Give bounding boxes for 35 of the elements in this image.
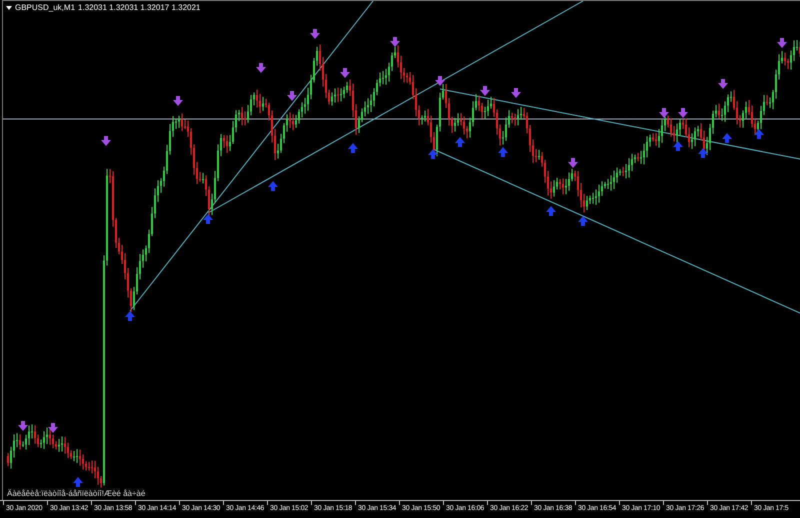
down-arrow-icon xyxy=(256,63,266,73)
down-arrow-icon xyxy=(48,423,58,433)
up-arrow-icon xyxy=(698,148,708,158)
up-arrow-icon xyxy=(498,147,508,157)
ohlc-prices: 1.32031 1.32031 1.32017 1.32021 xyxy=(78,3,200,12)
down-arrow-icon xyxy=(287,91,297,101)
up-arrow-icon xyxy=(455,137,465,147)
down-arrow-icon xyxy=(777,38,787,48)
down-arrow-icon xyxy=(310,29,320,39)
up-arrow-icon xyxy=(722,133,732,143)
up-arrow-icon xyxy=(203,214,213,224)
up-arrow-icon xyxy=(754,129,764,139)
down-arrow-icon xyxy=(390,37,400,47)
up-arrow-icon xyxy=(268,181,278,191)
down-arrow-icon xyxy=(480,86,490,96)
chart-comment: Äàëåêèå:ïëàòíîå-áåñïëàòíî!Æèé åà÷àé xyxy=(7,489,146,498)
down-arrow-icon xyxy=(173,96,183,106)
up-arrow-icon xyxy=(578,216,588,226)
dropdown-triangle-icon[interactable] xyxy=(6,6,12,10)
chart-symbol: GBPUSD_uk,M1 xyxy=(15,3,76,12)
down-arrow-icon xyxy=(340,68,350,78)
up-arrow-icon xyxy=(546,206,556,216)
down-arrow-icon xyxy=(718,79,728,89)
up-arrow-icon xyxy=(125,311,135,321)
up-arrow-icon xyxy=(348,143,358,153)
down-arrow-icon xyxy=(568,158,578,168)
up-arrow-icon xyxy=(73,477,83,487)
down-arrow-icon xyxy=(435,76,445,86)
up-arrow-icon xyxy=(428,149,438,159)
down-arrow-icon xyxy=(101,136,111,146)
down-arrow-icon xyxy=(18,421,28,431)
trend-line[interactable] xyxy=(440,88,800,160)
up-arrow-icon xyxy=(673,141,683,151)
trend-line[interactable] xyxy=(208,1,584,214)
down-arrow-icon xyxy=(511,88,521,98)
